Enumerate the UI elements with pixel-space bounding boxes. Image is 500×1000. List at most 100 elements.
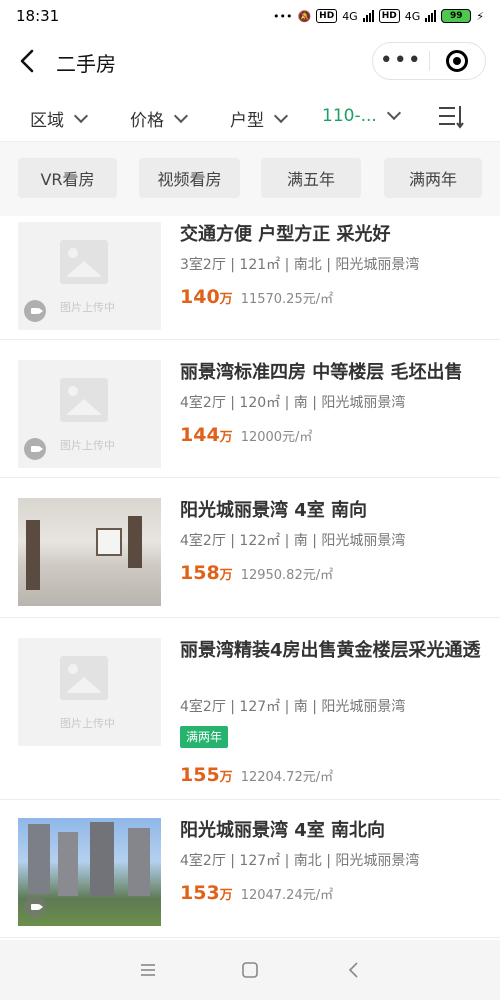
price-unit: 万 (219, 292, 233, 307)
unit-price: 12950.82元/㎡ (240, 568, 334, 583)
tag-five-years[interactable]: 满五年 (261, 158, 361, 198)
battery-icon: 99 (441, 9, 472, 23)
quick-tag-row: VR看房 视频看房 满五年 满两年 (0, 142, 500, 216)
menu-icon[interactable] (138, 960, 158, 980)
nav-bar: 二手房 ••• (0, 38, 500, 86)
listing-meta: 4室2厅 | 120㎡ | 南 | 阳光城丽景湾 (180, 395, 406, 411)
target-icon (446, 50, 469, 72)
listing-price: 140 (180, 286, 220, 308)
listing-title: 交通方便 户型方正 采光好 (180, 224, 391, 245)
listing-thumbnail: 图片上传中 (18, 222, 161, 330)
filter-region-label: 区域 (30, 111, 64, 131)
building-shape (28, 824, 50, 894)
status-time: 18:31 (16, 7, 60, 25)
back-arrow-icon[interactable] (16, 48, 40, 74)
hd-badge: HD (316, 9, 338, 23)
more-menu-button[interactable]: ••• (373, 50, 429, 72)
building-shape-4 (128, 828, 150, 896)
image-placeholder-icon (60, 378, 108, 422)
listing-item[interactable]: 图片上传中 丽景湾标准四房 中等楼层 毛坯出售 4室2厅 | 120㎡ | 南 … (0, 352, 500, 478)
tag-vr[interactable]: VR看房 (18, 158, 117, 198)
price-unit: 万 (219, 888, 233, 903)
listing-title: 丽景湾精装4房出售黄金楼层采光通透 (180, 640, 481, 661)
price-unit: 万 (219, 568, 233, 583)
filter-area-label: 110-... (322, 106, 377, 126)
placeholder-text: 图片上传中 (60, 439, 115, 452)
video-icon (24, 438, 46, 460)
listing-title: 丽景湾标准四房 中等楼层 毛坯出售 (180, 362, 463, 383)
listing-item[interactable]: 阳光城丽景湾 4室 南北向 4室2厅 | 127㎡ | 南北 | 阳光城丽景湾 … (0, 810, 500, 938)
listing-meta: 4室2厅 | 127㎡ | 南 | 阳光城丽景湾 (180, 699, 406, 715)
filter-price[interactable]: 价格 (130, 106, 189, 131)
placeholder-text: 图片上传中 (60, 301, 115, 314)
status-icons: ••• 🔕 HD 4G HD 4G 99 ⚡ (273, 9, 484, 23)
tag-two-years[interactable]: 满两年 (384, 158, 482, 198)
window-shape (96, 528, 122, 556)
filter-bar: 区域 价格 户型 110-... (0, 92, 500, 142)
listing-price: 144 (180, 424, 220, 446)
close-button[interactable] (429, 50, 485, 72)
listing-price-row: 155 万 12204.72元/㎡ (180, 764, 333, 786)
listing-item[interactable]: 阳光城丽景湾 4室 南向 4室2厅 | 122㎡ | 南 | 阳光城丽景湾 15… (0, 490, 500, 618)
listing-price-row: 140 万 11570.25元/㎡ (180, 286, 333, 308)
chevron-down-icon (386, 105, 401, 121)
listing-thumbnail (18, 498, 161, 606)
mute-icon: 🔕 (297, 9, 312, 23)
listing-meta: 3室2厅 | 121㎡ | 南北 | 阳光城丽景湾 (180, 257, 420, 273)
door-shape-2 (128, 516, 142, 568)
chevron-down-icon (73, 108, 89, 123)
status-badge: 满两年 (180, 726, 229, 748)
listing-item[interactable]: 图片上传中 丽景湾精装4房出售黄金楼层采光通透 4室2厅 | 127㎡ | 南 … (0, 630, 500, 800)
building-shape-2 (58, 832, 78, 896)
charging-icon: ⚡ (476, 9, 484, 23)
signal-icon-2 (425, 10, 437, 22)
listing-title: 阳光城丽景湾 4室 南向 (180, 500, 368, 521)
chevron-down-icon (173, 108, 189, 123)
system-nav-bar (0, 940, 500, 1000)
listing-thumbnail: 图片上传中 (18, 360, 161, 468)
mini-program-capsule: ••• (372, 42, 486, 80)
placeholder-text: 图片上传中 (60, 717, 115, 730)
listing-meta: 4室2厅 | 122㎡ | 南 | 阳光城丽景湾 (180, 533, 406, 549)
unit-price: 12204.72元/㎡ (240, 770, 334, 785)
listing-thumbnail: 图片上传中 (18, 638, 161, 746)
listing-price: 155 (180, 764, 220, 786)
listing-price: 153 (180, 882, 220, 904)
sort-icon[interactable] (438, 105, 464, 129)
signal-icon (362, 10, 374, 22)
listing-price: 158 (180, 562, 220, 584)
hd-badge-2: HD (378, 9, 400, 23)
filter-layout[interactable]: 户型 (230, 106, 289, 131)
image-placeholder-icon (60, 656, 108, 700)
unit-price: 11570.25元/㎡ (240, 292, 334, 307)
filter-price-label: 价格 (130, 111, 164, 131)
unit-price: 12047.24元/㎡ (240, 888, 334, 903)
price-unit: 万 (219, 430, 233, 445)
listing-price-row: 144 万 12000元/㎡ (180, 424, 312, 446)
price-unit: 万 (219, 770, 233, 785)
notification-dots-icon: ••• (273, 9, 293, 23)
back-icon[interactable] (344, 960, 364, 980)
home-icon[interactable] (240, 960, 260, 980)
door-shape (26, 520, 40, 590)
listing-meta: 4室2厅 | 127㎡ | 南北 | 阳光城丽景湾 (180, 853, 420, 869)
tag-video[interactable]: 视频看房 (139, 158, 240, 198)
status-bar: 18:31 ••• 🔕 HD 4G HD 4G 99 ⚡ (0, 0, 500, 32)
network-label-2: 4G (404, 9, 421, 23)
listing-price-row: 158 万 12950.82元/㎡ (180, 562, 333, 584)
network-label: 4G (342, 9, 358, 23)
listing-title: 阳光城丽景湾 4室 南北向 (180, 820, 386, 841)
video-icon (24, 896, 46, 918)
page-title: 二手房 (56, 52, 116, 76)
filter-area[interactable]: 110-... (322, 105, 401, 126)
listing-thumbnail (18, 818, 161, 926)
chevron-down-icon (273, 108, 289, 123)
video-icon (24, 300, 46, 322)
filter-region[interactable]: 区域 (30, 106, 89, 131)
building-shape-3 (90, 822, 114, 896)
image-placeholder-icon (60, 240, 108, 284)
listing-item[interactable]: 图片上传中 交通方便 户型方正 采光好 3室2厅 | 121㎡ | 南北 | 阳… (0, 214, 500, 340)
listing-price-row: 153 万 12047.24元/㎡ (180, 882, 333, 904)
filter-layout-label: 户型 (230, 111, 264, 131)
unit-price: 12000元/㎡ (240, 430, 313, 445)
